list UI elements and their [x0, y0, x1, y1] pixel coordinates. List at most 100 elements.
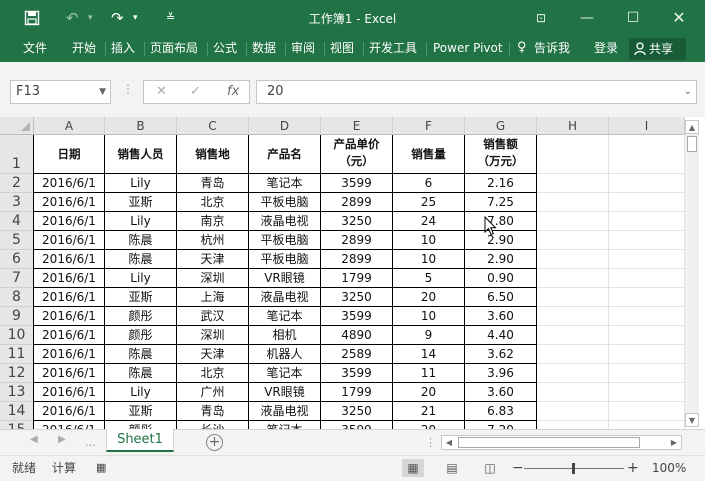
- table-cell[interactable]: 3.60: [465, 307, 537, 326]
- header-cell[interactable]: 日期: [34, 135, 105, 174]
- table-cell[interactable]: 颜彤: [105, 326, 177, 345]
- tab-file[interactable]: 文件: [23, 36, 47, 62]
- tab-review[interactable]: 审阅: [291, 36, 315, 62]
- table-cell[interactable]: 杭州: [177, 231, 249, 250]
- column-header-g[interactable]: G: [465, 117, 537, 135]
- scroll-left-icon[interactable]: ◀: [442, 436, 456, 449]
- row-header-3[interactable]: 3: [0, 193, 34, 212]
- zoom-in-icon[interactable]: +: [627, 456, 639, 480]
- table-cell[interactable]: 2016/6/1: [34, 231, 105, 250]
- header-cell[interactable]: 销售人员: [105, 135, 177, 174]
- formula-bar-resize-handle[interactable]: ⋮: [122, 82, 134, 96]
- table-cell[interactable]: 平板电脑: [249, 231, 321, 250]
- table-cell[interactable]: 上海: [177, 288, 249, 307]
- table-cell[interactable]: 2016/6/1: [34, 364, 105, 383]
- table-cell[interactable]: 6.50: [465, 288, 537, 307]
- table-cell[interactable]: 颜彤: [105, 421, 177, 429]
- name-box-dropdown-icon[interactable]: ▼: [99, 81, 106, 103]
- table-cell[interactable]: VR眼镜: [249, 269, 321, 288]
- scroll-right-icon[interactable]: ▶: [667, 436, 681, 449]
- table-cell[interactable]: 深圳: [177, 269, 249, 288]
- table-cell[interactable]: 6: [393, 174, 465, 193]
- vertical-scroll-thumb[interactable]: [687, 136, 697, 152]
- table-cell[interactable]: 亚斯: [105, 193, 177, 212]
- lightbulb-icon[interactable]: ♀: [517, 36, 527, 62]
- row-header-10[interactable]: 10: [0, 326, 34, 345]
- table-cell[interactable]: 天津: [177, 250, 249, 269]
- table-cell[interactable]: 3.62: [465, 345, 537, 364]
- tab-data[interactable]: 数据: [252, 36, 276, 62]
- table-cell[interactable]: 笔记本: [249, 421, 321, 429]
- share-button[interactable]: 共享: [629, 38, 686, 60]
- tab-split-handle[interactable]: ⋮: [425, 436, 436, 449]
- table-cell[interactable]: 11: [393, 364, 465, 383]
- tab-home[interactable]: 开始: [72, 36, 96, 62]
- table-cell[interactable]: 24: [393, 212, 465, 231]
- close-icon[interactable]: ✕: [656, 0, 702, 36]
- name-box[interactable]: F13 ▼: [10, 80, 111, 104]
- horizontal-scroll-thumb[interactable]: [458, 437, 640, 448]
- header-cell[interactable]: 产品单价 （元）: [321, 135, 393, 174]
- row-header-5[interactable]: 5: [0, 231, 34, 250]
- table-cell[interactable]: 南京: [177, 212, 249, 231]
- horizontal-scrollbar[interactable]: ◀ ▶: [441, 435, 682, 450]
- table-cell[interactable]: 2.90: [465, 250, 537, 269]
- table-cell[interactable]: 10: [393, 250, 465, 269]
- page-break-preview-icon[interactable]: ◫: [479, 459, 501, 477]
- sheet-tab-sheet1[interactable]: Sheet1: [106, 429, 174, 452]
- status-calculate[interactable]: 计算: [52, 456, 76, 480]
- zoom-level[interactable]: 100%: [652, 456, 686, 480]
- page-layout-view-icon[interactable]: ▤: [441, 459, 463, 477]
- cancel-icon[interactable]: ✕: [156, 81, 167, 103]
- tab-view[interactable]: 视图: [330, 36, 354, 62]
- table-cell[interactable]: 液晶电视: [249, 212, 321, 231]
- tab-page-layout[interactable]: 页面布局: [150, 36, 198, 62]
- header-cell[interactable]: 销售量: [393, 135, 465, 174]
- table-cell[interactable]: 青岛: [177, 174, 249, 193]
- table-cell[interactable]: 25: [393, 193, 465, 212]
- sign-in-link[interactable]: 登录: [594, 36, 618, 62]
- row-header-11[interactable]: 11: [0, 345, 34, 364]
- table-cell[interactable]: 2.90: [465, 231, 537, 250]
- table-cell[interactable]: 2899: [321, 250, 393, 269]
- row-header-14[interactable]: 14: [0, 402, 34, 421]
- column-header-a[interactable]: A: [34, 117, 105, 135]
- row-header-1[interactable]: 1: [0, 135, 34, 174]
- ribbon-display-options-icon[interactable]: ⊡: [518, 0, 564, 36]
- table-cell[interactable]: 6.83: [465, 402, 537, 421]
- table-cell[interactable]: 陈晨: [105, 231, 177, 250]
- table-cell[interactable]: 北京: [177, 193, 249, 212]
- tab-power-pivot[interactable]: Power Pivot: [433, 36, 503, 62]
- column-header-h[interactable]: H: [537, 117, 609, 135]
- table-cell[interactable]: 7.80: [465, 212, 537, 231]
- table-cell[interactable]: 2899: [321, 231, 393, 250]
- header-cell[interactable]: 销售额 （万元）: [465, 135, 537, 174]
- table-cell[interactable]: 3.96: [465, 364, 537, 383]
- scroll-down-icon[interactable]: ▼: [685, 413, 699, 427]
- column-header-c[interactable]: C: [177, 117, 249, 135]
- tell-me-search[interactable]: 告诉我: [534, 36, 570, 62]
- table-cell[interactable]: 3.60: [465, 383, 537, 402]
- table-cell[interactable]: Lily: [105, 269, 177, 288]
- tab-formulas[interactable]: 公式: [213, 36, 237, 62]
- prev-sheet-icon[interactable]: ◀: [30, 434, 38, 445]
- enter-icon[interactable]: ✓: [190, 81, 201, 103]
- table-cell[interactable]: 4890: [321, 326, 393, 345]
- formula-input[interactable]: 20 ⌄: [256, 80, 697, 104]
- table-cell[interactable]: 平板电脑: [249, 250, 321, 269]
- expand-formula-bar-icon[interactable]: ⌄: [684, 81, 692, 103]
- column-header-b[interactable]: B: [105, 117, 177, 135]
- table-cell[interactable]: 陈晨: [105, 364, 177, 383]
- vertical-scrollbar[interactable]: ▲ ▼: [685, 120, 699, 427]
- insert-function-icon[interactable]: fx: [227, 81, 239, 103]
- table-cell[interactable]: 武汉: [177, 307, 249, 326]
- table-cell[interactable]: 3599: [321, 307, 393, 326]
- row-header-13[interactable]: 13: [0, 383, 34, 402]
- tab-developer[interactable]: 开发工具: [369, 36, 417, 62]
- table-cell[interactable]: 2016/6/1: [34, 383, 105, 402]
- table-cell[interactable]: 天津: [177, 345, 249, 364]
- worksheet-grid[interactable]: ABCDEFGHI123456789101112131415日期销售人员销售地产…: [0, 117, 705, 429]
- normal-view-icon[interactable]: ▦: [402, 459, 424, 477]
- table-cell[interactable]: 9: [393, 326, 465, 345]
- table-cell[interactable]: 2016/6/1: [34, 288, 105, 307]
